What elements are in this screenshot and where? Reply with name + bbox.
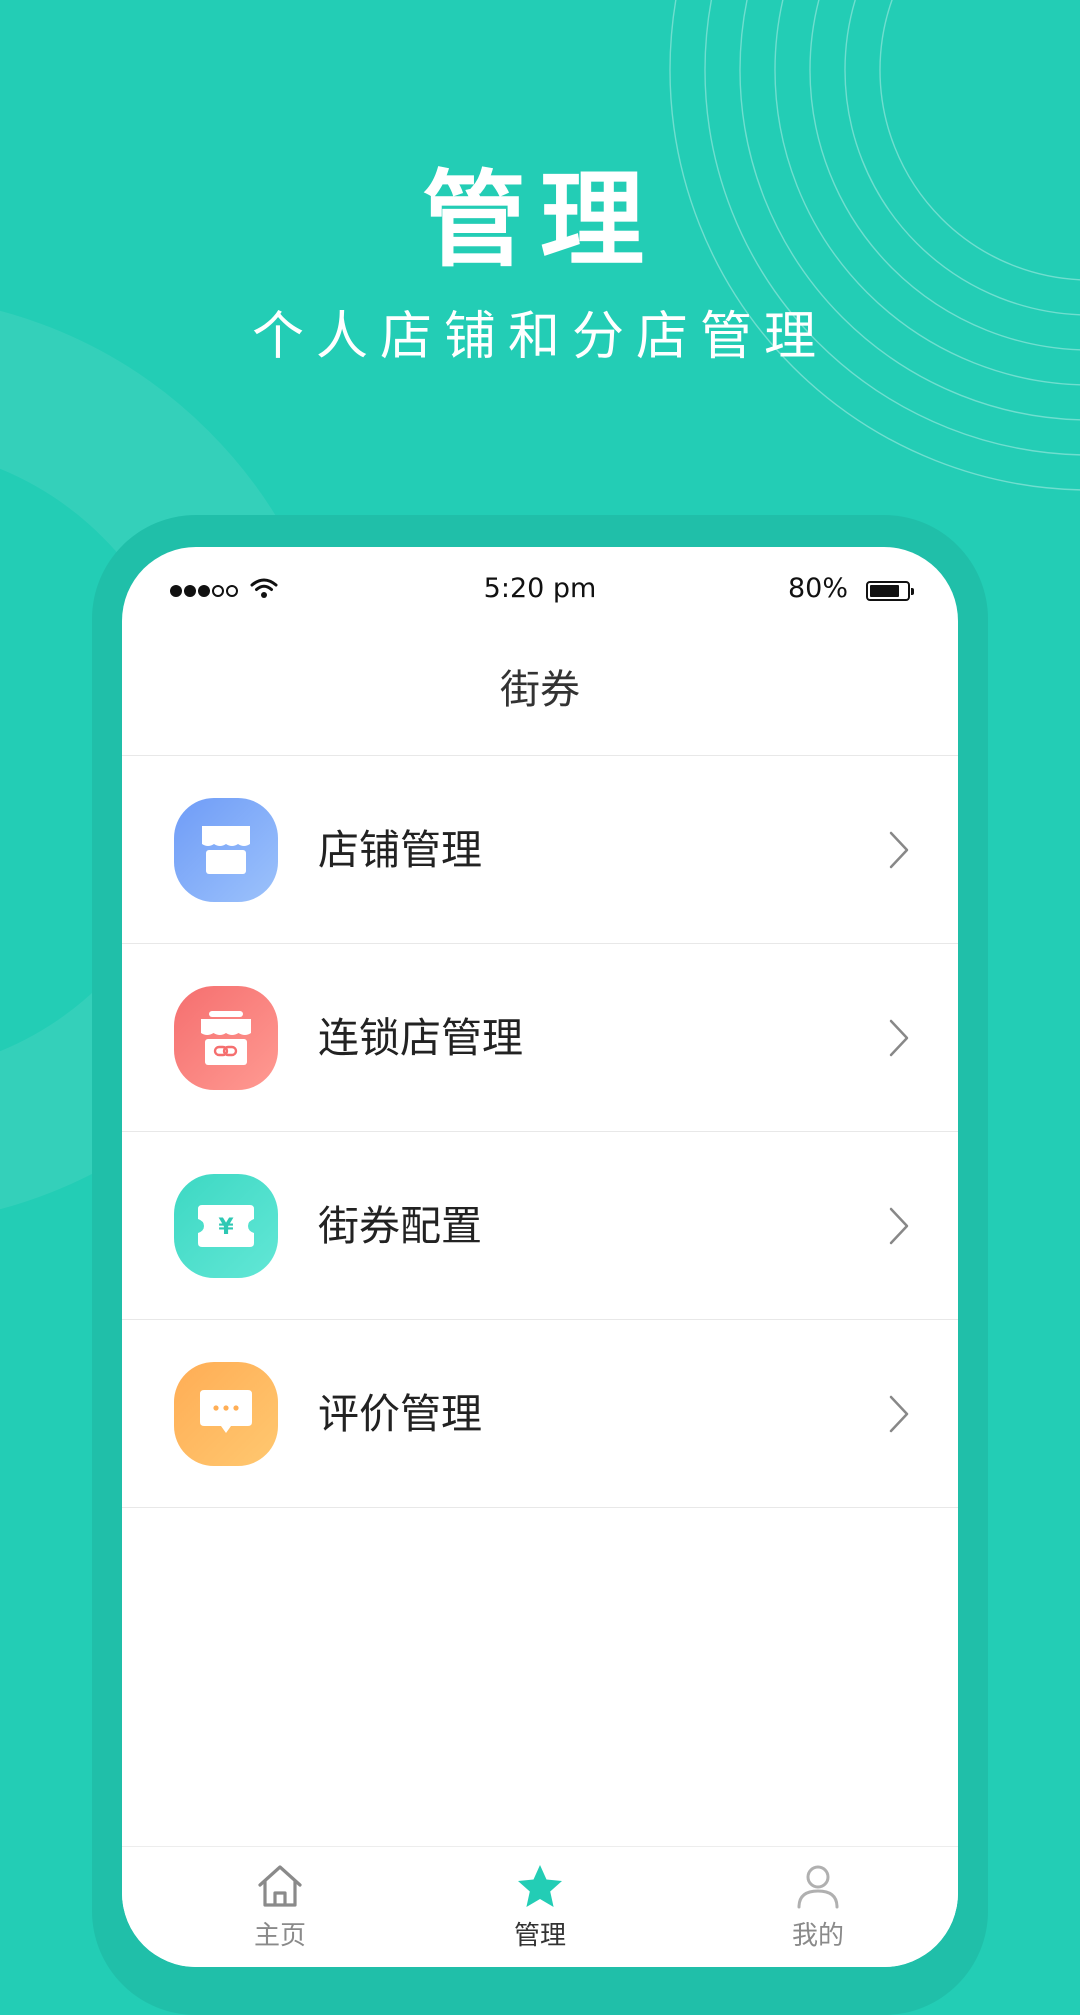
chain-store-icon [174,986,278,1090]
menu-item-label: 店铺管理 [318,826,482,874]
menu-list: 店铺管理 连锁店管理 ¥ 街券配置 评价管理 [122,756,958,1508]
menu-item-chain-store-management[interactable]: 连锁店管理 [122,944,958,1132]
chevron-right-icon [889,831,909,869]
tab-label: 主页 [253,1921,306,1951]
tab-label: 管理 [513,1921,566,1951]
nav-title: 街券 [500,667,580,713]
tab-label: 我的 [791,1921,844,1951]
tab-manage[interactable]: 管理 [440,1863,640,1952]
home-icon [258,1865,302,1907]
menu-item-label: 评价管理 [318,1390,482,1438]
svg-text:¥: ¥ [218,1215,234,1240]
promo-title: 管理 [421,159,658,281]
menu-item-coupon-config[interactable]: ¥ 街券配置 [122,1132,958,1320]
battery-icon [866,581,914,601]
menu-item-store-management[interactable]: 店铺管理 [122,756,958,944]
menu-item-label: 连锁店管理 [318,1014,523,1062]
battery-percentage: 80% [787,573,848,604]
promo-subtitle: 个人店铺和分店管理 [251,307,828,367]
chevron-right-icon [889,1207,909,1245]
status-bar: 5:20 pm 80% [122,547,958,633]
menu-item-label: 街券配置 [318,1202,482,1250]
store-icon [174,798,278,902]
phone-screen: 5:20 pm 80% 街券 店铺管理 连锁店管理 ¥ 街券配置 评价管理 主页… [122,547,958,1967]
chevron-right-icon [889,1395,909,1433]
user-icon [797,1865,839,1909]
coupon-icon: ¥ [174,1174,278,1278]
tab-home[interactable]: 主页 [180,1863,380,1952]
menu-item-review-management[interactable]: 评价管理 [122,1320,958,1508]
comment-icon [174,1362,278,1466]
tab-bar: 主页 管理 我的 [122,1846,958,1967]
star-icon [518,1865,562,1907]
tab-mine[interactable]: 我的 [718,1863,918,1952]
chevron-right-icon [889,1019,909,1057]
